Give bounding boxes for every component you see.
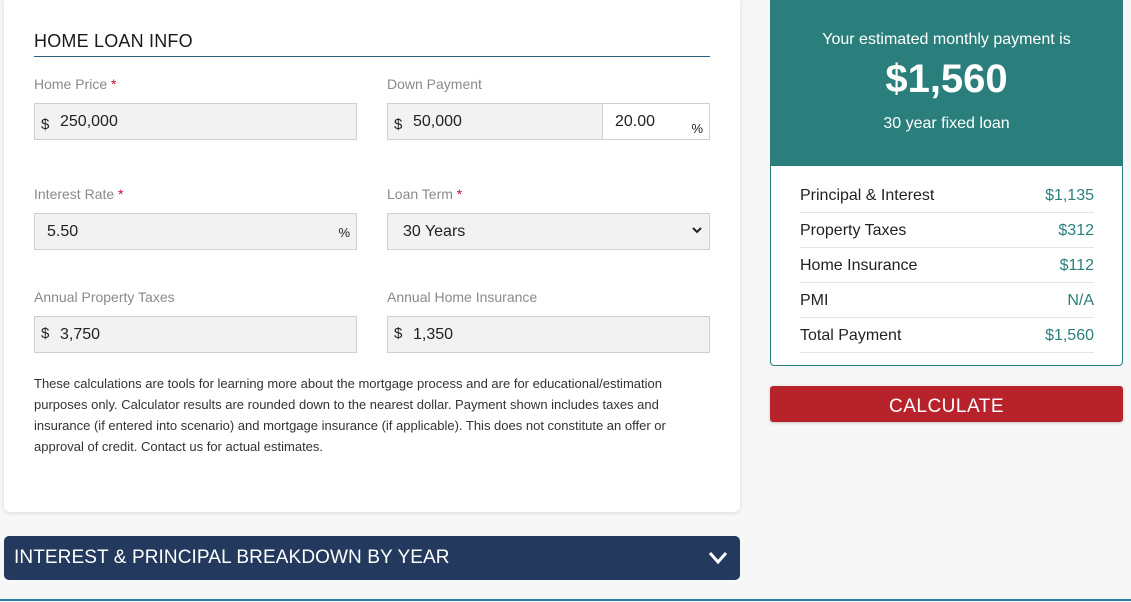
section-title: HOME LOAN INFO bbox=[34, 31, 710, 57]
payment-summary-panel: Your estimated monthly payment is $1,560… bbox=[770, 0, 1123, 366]
dollar-prefix: $ bbox=[394, 116, 403, 133]
summary-caption: Your estimated monthly payment is bbox=[822, 31, 1071, 48]
down-payment-percent-value: 20.00 bbox=[615, 113, 656, 130]
breakdown-accordion-header[interactable]: INTEREST & PRINCIPAL BREAKDOWN BY YEAR bbox=[4, 536, 740, 580]
accordion-title: INTEREST & PRINCIPAL BREAKDOWN BY YEAR bbox=[14, 547, 450, 568]
property-taxes-value: 3,750 bbox=[60, 326, 101, 343]
home-insurance-label: Annual Home Insurance bbox=[387, 289, 538, 305]
home-insurance-input[interactable]: $ 1,350 bbox=[387, 316, 710, 353]
calculate-button[interactable]: CALCULATE bbox=[770, 386, 1123, 422]
monthly-payment-amount: $1,560 bbox=[885, 57, 1008, 101]
down-payment-value: 50,000 bbox=[413, 113, 462, 130]
loan-term-value: 30 Years bbox=[403, 223, 466, 240]
required-marker: * bbox=[456, 186, 463, 202]
summary-row: Property Taxes $312 bbox=[800, 213, 1094, 248]
summary-row: PMI N/A bbox=[800, 283, 1094, 318]
disclaimer-text: These calculations are tools for learnin… bbox=[34, 376, 666, 454]
percent-suffix: % bbox=[338, 225, 350, 240]
down-payment-label: Down Payment bbox=[387, 76, 482, 92]
down-payment-input[interactable]: $ 50,000 bbox=[387, 103, 603, 140]
required-marker: * bbox=[118, 186, 124, 202]
summary-row: Principal & Interest $1,135 bbox=[800, 178, 1094, 213]
home-price-value: 250,000 bbox=[60, 113, 118, 130]
home-price-label: Home Price * bbox=[34, 76, 117, 92]
interest-rate-input[interactable]: 5.50 % bbox=[34, 213, 357, 250]
required-marker: * bbox=[111, 76, 117, 92]
dollar-prefix: $ bbox=[41, 116, 50, 133]
loan-term-label: Loan Term * bbox=[387, 186, 463, 202]
interest-rate-label: Interest Rate * bbox=[34, 186, 124, 202]
summary-header: Your estimated monthly payment is $1,560… bbox=[771, 1, 1122, 166]
interest-rate-value: 5.50 bbox=[47, 223, 79, 240]
summary-row: Home Insurance $112 bbox=[800, 248, 1094, 283]
home-loan-info-card: HOME LOAN INFO Home Price * $ 250,000 Do… bbox=[4, 0, 740, 512]
summary-row: Total Payment $1,560 bbox=[800, 318, 1094, 353]
loan-term-caption: 30 year fixed loan bbox=[883, 115, 1010, 132]
property-taxes-label: Annual Property Taxes bbox=[34, 289, 175, 305]
dollar-prefix: $ bbox=[394, 325, 403, 342]
dollar-prefix: $ bbox=[41, 325, 50, 342]
percent-suffix: % bbox=[691, 121, 703, 136]
down-payment-percent-input[interactable]: 20.00 % bbox=[602, 103, 710, 140]
property-taxes-input[interactable]: $ 3,750 bbox=[34, 316, 357, 353]
loan-term-select[interactable]: 30 Years bbox=[387, 213, 710, 250]
chevron-down-icon bbox=[692, 227, 702, 234]
chevron-down-icon[interactable] bbox=[708, 548, 728, 568]
bottom-divider bbox=[0, 599, 1131, 601]
home-insurance-value: 1,350 bbox=[413, 326, 454, 343]
home-price-input[interactable]: $ 250,000 bbox=[34, 103, 357, 140]
